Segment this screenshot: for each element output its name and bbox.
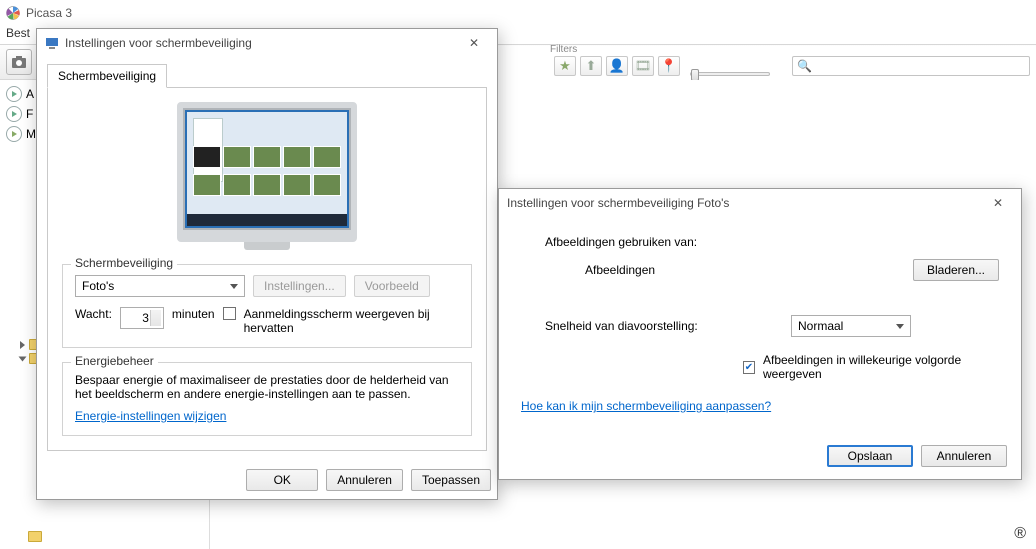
camera-icon (11, 55, 27, 69)
search-box[interactable]: 🔍 (792, 56, 1030, 76)
sidebar-shortcut-label: F (26, 107, 33, 121)
picasa-logo-icon (6, 6, 20, 20)
dialog-title: Instellingen voor schermbeveiliging (65, 36, 252, 50)
dialog-titlebar[interactable]: Instellingen voor schermbeveiliging Foto… (499, 189, 1021, 217)
tab-screensaver[interactable]: Schermbeveiliging (47, 64, 167, 88)
slideshow-speed-select[interactable]: Normaal (791, 315, 911, 337)
shuffle-label: Afbeeldingen in willekeurige volgorde we… (763, 353, 999, 381)
shuffle-checkbox[interactable]: ✔ (743, 361, 755, 374)
menu-item-partial[interactable]: Best (6, 26, 30, 40)
wait-label: Wacht: (75, 307, 112, 321)
sidebar-shortcut-label: M (26, 127, 36, 141)
help-link[interactable]: Hoe kan ik mijn schermbeveiliging aanpas… (521, 399, 771, 413)
dialog-titlebar[interactable]: Instellingen voor schermbeveiliging ✕ (37, 29, 497, 57)
groupbox-screensaver: Schermbeveiliging Foto's Instellingen...… (62, 264, 472, 348)
energy-description: Bespaar energie of maximaliseer de prest… (75, 373, 459, 401)
groupbox-energy: Energiebeheer Bespaar energie of maximal… (62, 362, 472, 436)
folder-icon (28, 531, 42, 542)
close-icon: ✕ (993, 196, 1003, 210)
dialog-button-row: Opslaan Annuleren (499, 417, 1021, 479)
resume-login-checkbox[interactable] (223, 307, 236, 320)
dialog-title: Instellingen voor schermbeveiliging Foto… (507, 196, 729, 210)
screensaver-preview (62, 102, 472, 250)
cancel-button[interactable]: Annuleren (921, 445, 1007, 467)
screensaver-settings-dialog: Instellingen voor schermbeveiliging ✕ Sc… (36, 28, 498, 500)
registered-mark: ® (1014, 525, 1026, 543)
groupbox-legend: Schermbeveiliging (71, 256, 177, 270)
photos-screensaver-dialog: Instellingen voor schermbeveiliging Foto… (498, 188, 1022, 480)
filters-label: Filters (550, 44, 577, 55)
use-images-from-value: Afbeeldingen (585, 263, 905, 277)
screensaver-select-value: Foto's (82, 279, 114, 293)
close-button[interactable]: ✕ (983, 193, 1013, 213)
filter-star[interactable]: ★ (554, 56, 576, 76)
filter-face[interactable]: 👤 (606, 56, 628, 76)
resume-login-label: Aanmeldingsscherm weergeven bij hervatte… (244, 307, 444, 335)
wait-minutes-value: 3 (142, 311, 149, 325)
search-icon: 🔍 (797, 59, 812, 73)
groupbox-legend: Energiebeheer (71, 354, 158, 368)
monitor-icon (45, 36, 59, 50)
apply-button[interactable]: Toepassen (411, 469, 491, 491)
filter-movie[interactable]: 🎞 (632, 56, 654, 76)
filter-geo[interactable]: 📍 (658, 56, 680, 76)
use-images-from-label: Afbeeldingen gebruiken van: (545, 235, 999, 249)
settings-button[interactable]: Instellingen... (253, 275, 346, 297)
wait-minutes-input[interactable]: 3 (120, 307, 164, 329)
chevron-right-icon (20, 341, 25, 349)
filter-upload[interactable]: ⬆ (580, 56, 602, 76)
save-button[interactable]: Opslaan (827, 445, 913, 467)
tree-item[interactable] (28, 531, 42, 542)
wait-unit: minuten (172, 307, 215, 321)
energy-settings-link[interactable]: Energie-instellingen wijzigen (75, 409, 226, 423)
chevron-down-icon (19, 356, 27, 361)
browse-button[interactable]: Bladeren... (913, 259, 999, 281)
filter-slider[interactable] (690, 72, 770, 76)
cancel-button[interactable]: Annuleren (326, 469, 403, 491)
tab-panel: Schermbeveiliging Foto's Instellingen...… (47, 87, 487, 451)
preview-button[interactable]: Voorbeeld (354, 275, 430, 297)
close-button[interactable]: ✕ (459, 33, 489, 53)
sidebar-shortcut-label: A (26, 87, 34, 101)
app-title: Picasa 3 (26, 6, 72, 20)
dialog-button-row: OK Annuleren Toepassen (37, 461, 497, 499)
ok-button[interactable]: OK (246, 469, 318, 491)
import-button[interactable] (6, 49, 32, 75)
screensaver-select[interactable]: Foto's (75, 275, 245, 297)
close-icon: ✕ (469, 36, 479, 50)
slideshow-speed-label: Snelheid van diavoorstelling: (545, 319, 783, 333)
slideshow-speed-value: Normaal (798, 319, 843, 333)
app-titlebar: Picasa 3 (0, 0, 1036, 26)
